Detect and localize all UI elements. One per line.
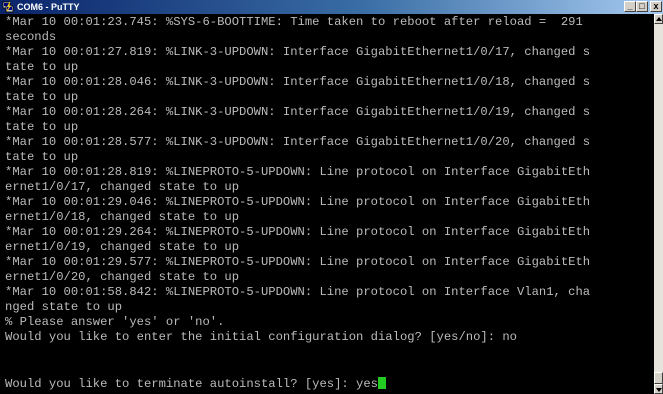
maximize-button[interactable]: □ xyxy=(636,1,648,12)
terminal-line: nged state to up xyxy=(5,300,123,314)
close-button[interactable]: x xyxy=(650,1,662,12)
scroll-down-button[interactable] xyxy=(654,384,663,394)
terminal-line: *Mar 10 00:01:28.577: %LINK-3-UPDOWN: In… xyxy=(5,135,591,149)
scroll-up-button[interactable] xyxy=(654,14,663,24)
terminal-line: ernet1/0/20, changed state to up xyxy=(5,270,240,284)
putty-window: COM6 - PuTTY _ □ x *Mar 10 00:01:23.745:… xyxy=(0,0,663,394)
terminal-line: tate to up xyxy=(5,120,79,134)
terminal-prompt-line: Would you like to terminate autoinstall?… xyxy=(5,377,386,392)
terminal-line: Would you like to enter the initial conf… xyxy=(5,330,517,344)
terminal-line: tate to up xyxy=(5,90,79,104)
terminal-prompt-text: Would you like to terminate autoinstall?… xyxy=(5,377,378,391)
terminal-line: *Mar 10 00:01:58.842: %LINEPROTO-5-UPDOW… xyxy=(5,285,591,299)
terminal-screen[interactable]: *Mar 10 00:01:23.745: %SYS-6-BOOTTIME: T… xyxy=(0,14,654,394)
terminal-line: *Mar 10 00:01:28.046: %LINK-3-UPDOWN: In… xyxy=(5,75,591,89)
text-cursor xyxy=(378,377,386,389)
terminal-line: *Mar 10 00:01:27.819: %LINK-3-UPDOWN: In… xyxy=(5,45,591,59)
terminal-line: ernet1/0/17, changed state to up xyxy=(5,180,240,194)
title-bar[interactable]: COM6 - PuTTY _ □ x xyxy=(0,0,663,14)
terminal-line: seconds xyxy=(5,30,57,44)
terminal-line: ernet1/0/18, changed state to up xyxy=(5,210,240,224)
terminal-line: *Mar 10 00:01:29.046: %LINEPROTO-5-UPDOW… xyxy=(5,195,591,209)
minimize-button[interactable]: _ xyxy=(624,1,636,12)
arrow-up-icon xyxy=(656,17,662,21)
terminal-line: *Mar 10 00:01:23.745: %SYS-6-BOOTTIME: T… xyxy=(5,15,583,29)
putty-icon xyxy=(2,1,14,13)
terminal-line: tate to up xyxy=(5,150,79,164)
terminal-line: tate to up xyxy=(5,60,79,74)
terminal-line: *Mar 10 00:01:28.819: %LINEPROTO-5-UPDOW… xyxy=(5,165,591,179)
terminal-line: *Mar 10 00:01:29.577: %LINEPROTO-5-UPDOW… xyxy=(5,255,591,269)
window-title: COM6 - PuTTY xyxy=(17,2,80,12)
terminal-line: *Mar 10 00:01:29.264: %LINEPROTO-5-UPDOW… xyxy=(5,225,591,239)
terminal-line: ernet1/0/19, changed state to up xyxy=(5,240,240,254)
vertical-scrollbar[interactable] xyxy=(654,14,663,394)
scroll-thumb[interactable] xyxy=(654,372,663,384)
terminal-line: *Mar 10 00:01:28.264: %LINK-3-UPDOWN: In… xyxy=(5,105,591,119)
arrow-down-icon xyxy=(656,388,662,392)
terminal-line: % Please answer 'yes' or 'no'. xyxy=(5,315,225,329)
